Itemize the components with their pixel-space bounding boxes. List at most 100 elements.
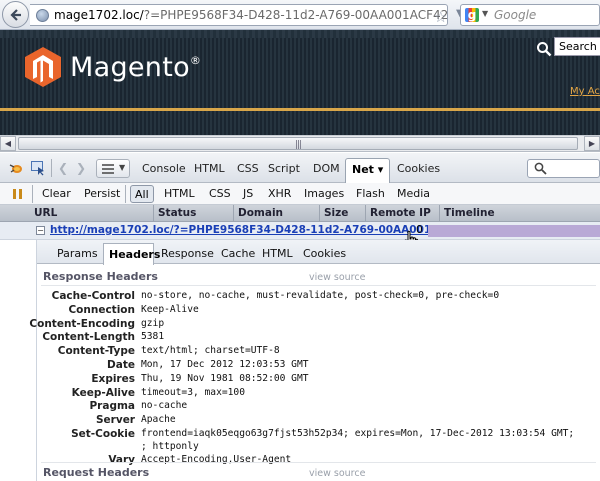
table-row[interactable]: − http://mage1702.loc/?=PHPE9568F34-D428… (0, 222, 600, 240)
tab-response[interactable]: Response (161, 247, 214, 260)
tab-detail-cookies[interactable]: Cookies (303, 247, 346, 260)
back-arrow-icon (9, 8, 21, 21)
response-headers-title[interactable]: Response Headers (43, 270, 158, 283)
magento-logo-text[interactable]: Magento® (70, 52, 201, 83)
filter-flash[interactable]: Flash (356, 187, 385, 200)
header-name: Pragma (89, 400, 135, 413)
collapse-icon[interactable]: − (36, 226, 45, 235)
header-value: Accept-Encoding,User-Agent (141, 454, 292, 466)
column-url[interactable]: URL (30, 205, 154, 222)
header-row: Server Apache (37, 414, 600, 428)
scrollbar-thumb[interactable]: ||| (18, 137, 578, 150)
my-account-link[interactable]: My Acc (570, 86, 600, 97)
header-row: Keep-Alive timeout=3, max=100 (37, 387, 600, 401)
header-value: ; httponly (141, 440, 199, 452)
back-button[interactable] (2, 1, 29, 28)
tab-css[interactable]: CSS (237, 162, 259, 175)
tab-params[interactable]: Params (57, 247, 98, 260)
section-divider (41, 285, 596, 286)
header-value: Keep-Alive (141, 303, 199, 315)
header-value: gzip (141, 317, 165, 329)
header-name: Cache-Control (51, 290, 135, 302)
search-icon (534, 162, 547, 175)
search-placeholder: Google (494, 8, 537, 22)
request-detail-panel: Params Headers Response Cache HTML Cooki… (29, 240, 600, 481)
net-filter-bar: Clear Persist All HTML CSS JS XHR Images… (0, 183, 600, 205)
header-name: Content-Encoding (29, 317, 135, 330)
header-value: 5381 (141, 331, 165, 343)
pause-icon[interactable] (10, 186, 26, 202)
top-strip (0, 30, 600, 38)
site-search-input[interactable]: Search e (554, 37, 600, 56)
horizontal-scrollbar[interactable]: ◀ ||| ▶ (0, 135, 600, 152)
inspect-element-icon[interactable] (30, 160, 46, 176)
request-headers-title[interactable]: Request Headers (43, 466, 149, 479)
timeline-bar (428, 225, 600, 237)
tab-detail-html[interactable]: HTML (262, 247, 293, 260)
header-name: Server (95, 414, 135, 427)
scroll-right-arrow-icon[interactable]: ▶ (584, 136, 600, 151)
header-value: no-cache (141, 400, 188, 412)
section-divider (41, 462, 596, 463)
filter-css[interactable]: CSS (209, 187, 231, 200)
scroll-left-arrow-icon[interactable]: ◀ (0, 136, 16, 151)
google-icon[interactable]: g (465, 8, 479, 22)
header-row: Pragma no-cache (37, 400, 600, 414)
view-source-link[interactable]: view source (309, 468, 365, 479)
filter-all[interactable]: All (130, 185, 154, 203)
magento-logo-icon[interactable] (24, 46, 62, 88)
tab-dom[interactable]: DOM (313, 162, 340, 175)
nav-back-icon[interactable]: ❮ (58, 161, 68, 175)
tab-script[interactable]: Script (268, 162, 300, 175)
filter-js[interactable]: JS (243, 187, 253, 200)
filter-html[interactable]: HTML (164, 187, 195, 200)
filter-images[interactable]: Images (304, 187, 344, 200)
tab-html[interactable]: HTML (194, 162, 225, 175)
column-size[interactable]: Size (320, 205, 366, 222)
firebug-icon[interactable] (8, 160, 24, 176)
magnifier-icon[interactable] (536, 41, 552, 57)
column-remote-ip[interactable]: Remote IP (366, 205, 440, 222)
header-value: no-store, no-cache, must-revalidate, pos… (141, 290, 500, 301)
header-value: Thu, 19 Nov 1981 08:52:00 GMT (141, 372, 309, 384)
tab-cookies[interactable]: Cookies (397, 162, 440, 175)
bookmark-star-icon[interactable]: ☆ (434, 8, 447, 26)
site-identity-icon[interactable] (36, 9, 49, 22)
firebug-toolbar: ❮ ❯ ▼ Console HTML CSS Script DOM Net ▾ … (0, 153, 600, 183)
address-text: mage1702.loc/?=PHPE9568F34-D428-11d2-A76… (54, 8, 449, 22)
view-source-link[interactable]: view source (309, 272, 365, 283)
header-row: Date Mon, 17 Dec 2012 12:03:53 GMT (37, 359, 600, 373)
accent-bar (0, 108, 600, 111)
clear-button[interactable]: Clear (42, 187, 71, 200)
nav-forward-icon[interactable]: ❯ (76, 161, 86, 175)
tab-headers[interactable]: Headers (103, 243, 160, 265)
filter-xhr[interactable]: XHR (268, 187, 291, 200)
panel-menu-button[interactable]: ▼ (96, 159, 130, 178)
header-name: Content-Type (57, 345, 135, 358)
column-domain[interactable]: Domain (234, 205, 320, 222)
header-value: text/html; charset=UTF-8 (141, 345, 280, 357)
address-bar[interactable]: mage1702.loc/?=PHPE9568F34-D428-11d2-A76… (30, 4, 480, 26)
column-status[interactable]: Status (154, 205, 234, 222)
header-name: Date (107, 359, 135, 371)
tab-net[interactable]: Net ▾ (345, 158, 390, 183)
firebug-search-input[interactable] (527, 159, 600, 178)
browser-search-box[interactable]: g ▼ Google (460, 4, 600, 26)
header-value: Apache (141, 414, 176, 426)
search-engine-dropdown-icon[interactable]: ▼ (482, 9, 488, 18)
header-value: frontend=iaqk05eqgo63g7fjst53h52p34; exp… (141, 428, 575, 439)
tab-cache[interactable]: Cache (221, 247, 255, 260)
net-dropdown-icon[interactable]: ▾ (378, 163, 384, 176)
header-row: Connection Keep-Alive (37, 304, 600, 318)
header-row: Expires Thu, 19 Nov 1981 08:52:00 GMT (37, 373, 600, 387)
header-name: Expires (91, 372, 135, 385)
header-row-continued: ; httponly (37, 441, 600, 455)
tab-console[interactable]: Console (142, 162, 186, 175)
header-row: Cache-Control no-store, no-cache, must-re… (37, 290, 600, 304)
header-name: Content-Length (42, 331, 135, 344)
filter-media[interactable]: Media (397, 187, 430, 200)
persist-button[interactable]: Persist (84, 187, 120, 200)
header-name: Vary (108, 454, 135, 467)
column-timeline[interactable]: Timeline (440, 205, 600, 222)
header-value: timeout=3, max=100 (141, 386, 245, 398)
